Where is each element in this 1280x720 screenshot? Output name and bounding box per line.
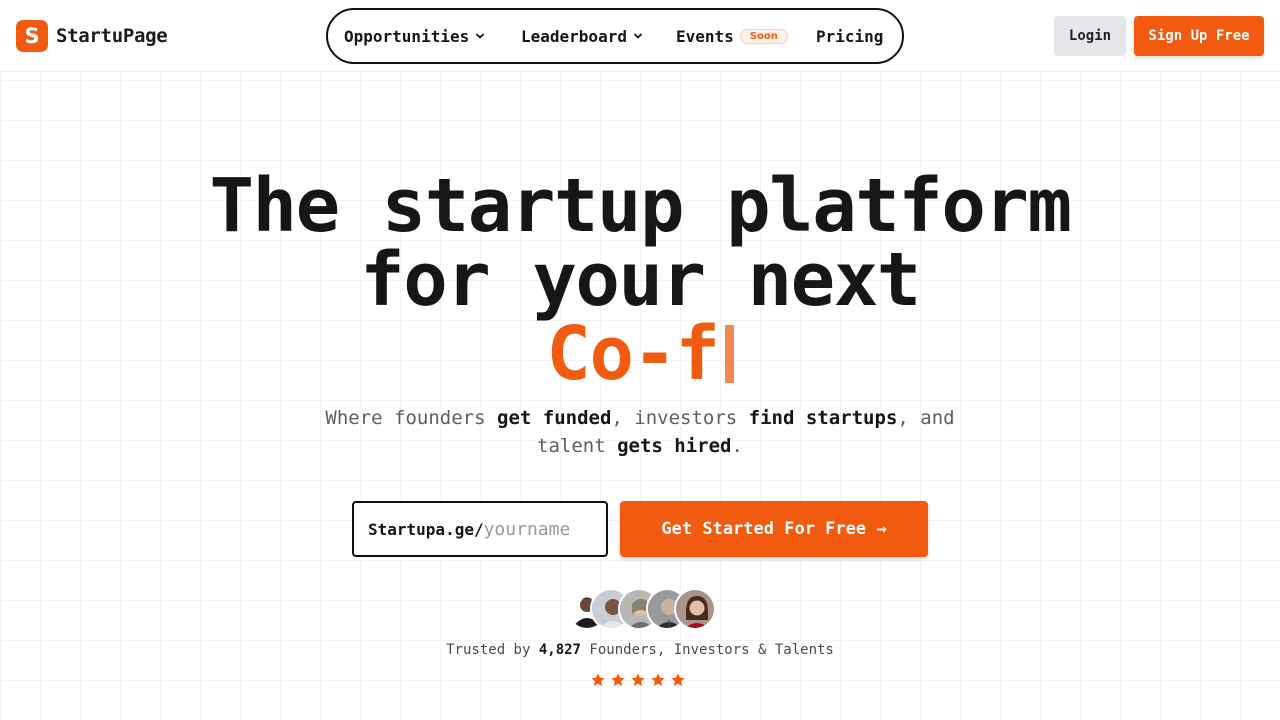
logo-mark-icon: S: [16, 20, 48, 52]
trusted-text: Founders, Investors & Talents: [581, 642, 834, 658]
brand-name: StartuPage: [56, 25, 168, 47]
chevron-down-icon: [476, 33, 485, 39]
trusted-count: 4,827: [538, 642, 581, 658]
nav-item-label: Opportunities: [344, 26, 470, 46]
nav-item-pricing[interactable]: Pricing: [816, 10, 883, 62]
login-button[interactable]: Login: [1054, 16, 1126, 56]
trusted-text: Trusted by: [446, 642, 539, 658]
username-url-field: Startupa.ge/: [352, 501, 608, 557]
subtitle-emphasis: get funded: [497, 407, 612, 429]
star-icon: [651, 673, 665, 687]
username-input[interactable]: [483, 518, 604, 540]
star-icon: [671, 673, 685, 687]
hero-title-line-1: The startup platform: [209, 163, 1072, 249]
brand-logo[interactable]: S StartuPage: [16, 20, 168, 52]
chevron-down-icon: [634, 33, 642, 39]
star-icon: [591, 673, 605, 687]
avatar-group: [568, 588, 718, 630]
subtitle-text: .: [731, 435, 743, 457]
nav-item-label: Leaderboard: [521, 26, 627, 46]
hero-subtitle: Where founders get funded, investors fin…: [300, 404, 980, 460]
nav-item-label: Pricing: [816, 26, 884, 46]
avatar: [674, 588, 716, 630]
nav-item-label: Events: [676, 26, 734, 46]
url-prefix: Startupa.ge/: [368, 519, 484, 539]
subtitle-emphasis: gets hired: [617, 435, 732, 457]
get-started-button[interactable]: Get Started For Free →: [620, 501, 928, 557]
trusted-by-text: Trusted by 4,827 Founders, Investors & T…: [0, 642, 1280, 658]
subtitle-emphasis: find startups: [748, 407, 898, 429]
hero-title-line-2: for your next: [360, 237, 921, 323]
nav-item-leaderboard[interactable]: Leaderboard: [521, 10, 643, 62]
typing-cursor: [724, 325, 734, 383]
nav-item-events[interactable]: Events Soon: [676, 10, 788, 62]
signup-button[interactable]: Sign Up Free: [1134, 16, 1264, 56]
main-nav: Opportunities Leaderboard Events Soon Pr…: [326, 8, 904, 64]
subtitle-text: Where founders: [325, 407, 497, 429]
nav-item-opportunities[interactable]: Opportunities: [344, 10, 485, 62]
rating-stars: [590, 672, 690, 690]
star-icon: [611, 673, 625, 687]
hero-typed-line: Co-f: [0, 317, 1280, 391]
subtitle-text: , investors: [611, 407, 749, 429]
soon-badge: Soon: [739, 28, 788, 44]
typed-word: Co-f: [546, 311, 720, 397]
top-header: S StartuPage Opportunities Leaderboard E…: [0, 0, 1280, 72]
star-icon: [631, 673, 645, 687]
